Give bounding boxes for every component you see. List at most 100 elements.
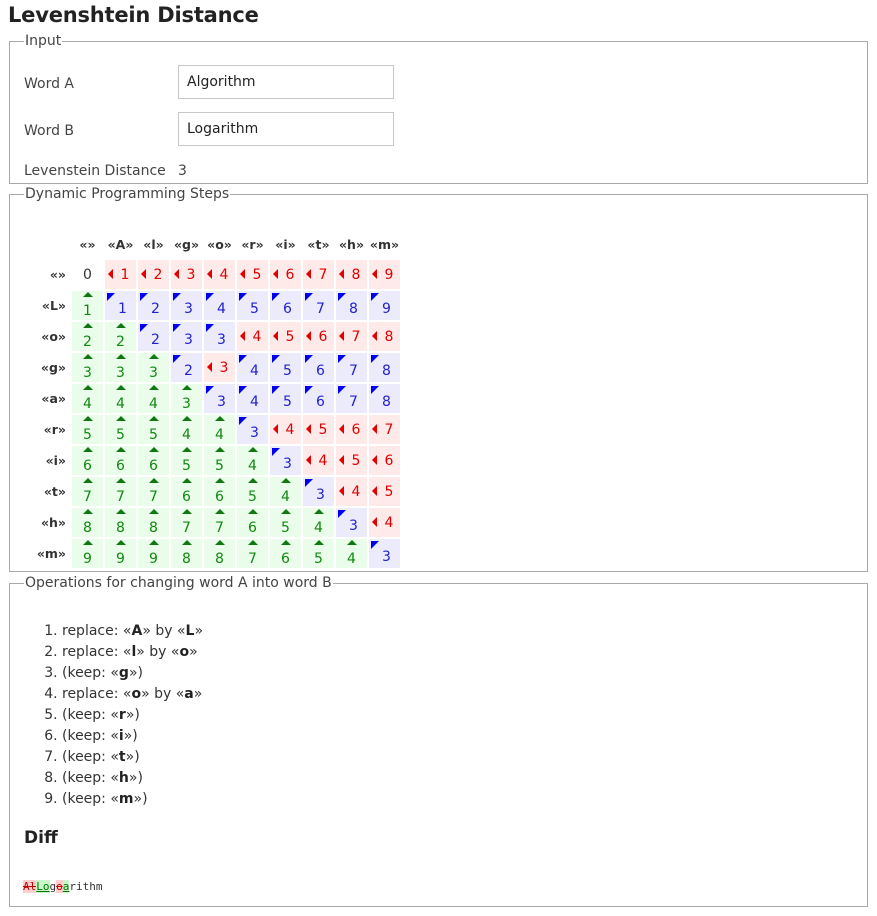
dp-cell-up: 6	[204, 477, 235, 506]
operation-text: (keep: «	[62, 791, 119, 807]
dp-cell-value: 7	[83, 488, 92, 505]
dp-cell-diag: 3	[204, 322, 235, 351]
dp-cell-value: 5	[351, 452, 361, 469]
diff-heading: Diff	[24, 828, 58, 848]
diff-deletion: o	[56, 880, 63, 893]
arrow-up-icon	[82, 354, 93, 359]
dp-row-header: «o»	[41, 329, 66, 344]
dp-row: «r» 5 5 5 4 4 3 4 5 6 7	[32, 415, 400, 444]
arrow-diagonal-icon	[272, 448, 280, 456]
arrow-up-icon	[82, 416, 93, 421]
dp-cell-diag: 2	[138, 322, 169, 351]
arrow-up-icon	[115, 540, 126, 545]
arrow-up-icon	[214, 478, 225, 483]
dp-cell-up: 7	[171, 508, 202, 537]
dp-cell-value: 8	[83, 519, 92, 536]
arrow-diagonal-icon	[371, 355, 379, 363]
operation-text: (keep: «	[62, 749, 119, 765]
arrow-up-icon	[148, 540, 159, 545]
dp-cell-value: 4	[116, 395, 125, 412]
dp-cell-up: 1	[72, 291, 103, 320]
dp-cell-up: 4	[303, 508, 334, 537]
dp-cell-up: 5	[204, 446, 235, 475]
arrow-up-icon	[247, 509, 258, 514]
dp-cell-value: 5	[250, 300, 259, 317]
dp-body: «» 0 1 2 3 4 5 6 7 8 9 «L» 1 1 2 3 4 5 6 7 8 9 «o» 2 2 2 3 3 4 5 6 7 8 «g…	[32, 260, 400, 568]
arrow-up-icon	[280, 540, 291, 545]
dp-cell-left: 8	[336, 260, 367, 289]
diff-unchanged: rithm	[69, 880, 103, 893]
dp-cell-diag: 3	[171, 291, 202, 320]
word-a-input[interactable]	[178, 65, 394, 99]
dp-cell-diag: 5	[270, 384, 301, 413]
arrow-diagonal-icon	[239, 355, 247, 363]
dp-cell-value: 8	[149, 519, 158, 536]
dp-cell-diag: 1	[105, 291, 136, 320]
dp-cell-value: 0	[83, 266, 92, 283]
dp-cell-value: 1	[83, 302, 92, 319]
dp-cell-value: 4	[217, 300, 226, 317]
dp-cell-value: 9	[83, 550, 92, 567]
dp-row-header: «a»	[41, 391, 66, 406]
dp-cell-value: 4	[219, 266, 229, 283]
dp-cell-left: 6	[336, 415, 367, 444]
dp-cell-up: 3	[105, 353, 136, 382]
dp-cell-value: 1	[120, 266, 130, 283]
dp-cell-zero: 0	[72, 260, 103, 289]
page-title: Levenshtein Distance	[8, 3, 259, 27]
dp-column-header: «»	[79, 236, 96, 252]
operation-item: replace: «o» by «a»	[62, 684, 203, 705]
operation-text: » by «	[141, 686, 185, 702]
arrow-diagonal-icon	[305, 386, 313, 394]
operations-fieldset: Operations for changing word A into word…	[9, 575, 868, 907]
arrow-up-icon	[148, 354, 159, 359]
dp-cell-up: 2	[105, 322, 136, 351]
arrow-diagonal-icon	[272, 355, 280, 363]
arrow-diagonal-icon	[206, 293, 214, 301]
dp-cell-up: 3	[171, 384, 202, 413]
dp-cell-diag: 3	[270, 446, 301, 475]
operation-text: (keep: «	[62, 665, 119, 681]
arrow-up-icon	[181, 447, 192, 452]
dp-cell-value: 5	[384, 483, 394, 500]
arrow-up-icon	[214, 416, 225, 421]
dp-cell-diag: 3	[336, 508, 367, 537]
dp-cell-left: 4	[303, 446, 334, 475]
arrow-up-icon	[148, 509, 159, 514]
dp-cell-up: 6	[171, 477, 202, 506]
dp-cell-value: 6	[116, 457, 125, 474]
dp-cell-value: 5	[283, 362, 292, 379]
dp-cell-diag: 5	[237, 291, 268, 320]
word-b-input[interactable]	[178, 112, 394, 146]
dp-cell-diag: 8	[369, 353, 400, 382]
operation-keep-char: r	[118, 707, 126, 723]
arrow-diagonal-icon	[206, 386, 214, 394]
arrow-up-icon	[115, 447, 126, 452]
dp-column-header: «m»	[369, 236, 400, 252]
dp-row-header: «L»	[41, 298, 66, 313]
dp-cell-left: 4	[270, 415, 301, 444]
dp-cell-diag: 3	[369, 539, 400, 568]
arrow-up-icon	[115, 354, 126, 359]
diff-output: AlLogoarithm	[23, 880, 103, 893]
arrow-up-icon	[313, 509, 324, 514]
arrow-diagonal-icon	[239, 293, 247, 301]
dp-matrix: «» «A» «l» «g» «o» «r» «i» «t» «h» «m» «» 0 1 2 3 4 5 6 7…	[30, 228, 402, 570]
dp-cell-up: 6	[237, 508, 268, 537]
operation-text: »)	[128, 665, 143, 681]
dp-row: «a» 4 4 4 3 3 4 5 6 7 8	[32, 384, 400, 413]
dp-cell-diag: 8	[336, 291, 367, 320]
dp-cell-value: 8	[351, 266, 361, 283]
dp-cell-up: 4	[204, 415, 235, 444]
dp-cell-diag: 2	[138, 291, 169, 320]
dp-cell-value: 3	[217, 331, 226, 348]
arrow-up-icon	[115, 509, 126, 514]
dp-cell-up: 6	[270, 539, 301, 568]
dp-cell-value: 2	[184, 362, 193, 379]
dp-cell-value: 4	[83, 395, 92, 412]
dp-row: «t» 7 7 7 6 6 5 4 3 4 5	[32, 477, 400, 506]
arrow-up-icon	[82, 385, 93, 390]
dp-row: «g» 3 3 3 2 3 4 5 6 7 8	[32, 353, 400, 382]
operation-text: »	[193, 686, 203, 702]
dp-cell-value: 7	[384, 421, 394, 438]
